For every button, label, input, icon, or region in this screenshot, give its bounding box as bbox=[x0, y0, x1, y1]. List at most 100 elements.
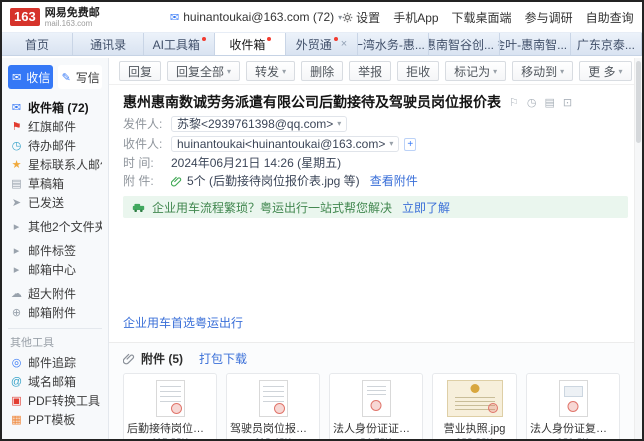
attachment-thumbnail bbox=[127, 378, 213, 418]
tool-pdf-converter[interactable]: ▣ PDF转换工具 bbox=[8, 391, 102, 410]
move-to-button[interactable]: 移动到▾ bbox=[512, 61, 573, 81]
folder-mail-labels[interactable]: ▸邮件标签 bbox=[8, 241, 102, 260]
menu-desktop-download-label: 下载桌面端 bbox=[452, 9, 512, 26]
open-new-window-icon[interactable]: ⊡ bbox=[563, 96, 572, 109]
folder-label: 邮箱中心 bbox=[28, 261, 76, 278]
folder-sent[interactable]: ➤已发送 bbox=[8, 193, 102, 212]
folder-label: 其他2个文件夹 bbox=[28, 218, 102, 235]
print-icon[interactable]: ▤ bbox=[544, 96, 554, 109]
report-button[interactable]: 举报 bbox=[349, 61, 391, 81]
download-all-link[interactable]: 打包下载 bbox=[199, 350, 247, 367]
menu-mobile-app[interactable]: 手机App bbox=[393, 9, 438, 26]
folder-todo[interactable]: ◷待办邮件 bbox=[8, 136, 102, 155]
folder-label: 收件箱 (72) bbox=[28, 99, 89, 116]
scrollbar-thumb[interactable] bbox=[636, 61, 641, 143]
menu-mobile-app-label: 手机App bbox=[393, 9, 438, 26]
inbox-icon: ✉ bbox=[10, 101, 23, 114]
mail-header: 惠州惠南数诚劳务派遣有限公司后勤接待及驾驶员岗位报价表 ⚐ ◷ ▤ ⊡ 发件人:… bbox=[109, 85, 642, 218]
menu-self-service[interactable]: 自助查询 bbox=[586, 9, 634, 26]
tab-ai-toolbox[interactable]: AI工具箱 bbox=[144, 33, 215, 55]
flag-icon[interactable]: ⚐ bbox=[509, 96, 519, 109]
folder-other-folders[interactable]: ▸其他2个文件夹 bbox=[8, 217, 102, 236]
sender-address[interactable]: 苏黎<2939761398@qq.com> ▾ bbox=[171, 116, 347, 132]
tool-ppt-templates[interactable]: ▦PPT模板 bbox=[8, 410, 102, 429]
compose-button[interactable]: ✎ 写信 bbox=[58, 65, 103, 89]
163-logo-icon: 163 bbox=[10, 8, 40, 26]
attachment-size: 113.43K bbox=[230, 437, 316, 441]
chevron-down-icon: ▾ bbox=[493, 67, 497, 76]
clock-icon[interactable]: ◷ bbox=[527, 96, 537, 109]
tab-label: AI工具箱 bbox=[153, 36, 200, 53]
attachment-card[interactable]: 法人身份证证照... 84.78K bbox=[329, 373, 423, 441]
more-button[interactable]: 更 多▾ bbox=[579, 61, 631, 81]
subject-row: 惠州惠南数诚劳务派遣有限公司后勤接待及驾驶员岗位报价表 ⚐ ◷ ▤ ⊡ bbox=[123, 92, 628, 112]
folder-mail-center[interactable]: ▸邮箱中心 bbox=[8, 260, 102, 279]
163-mail-logo[interactable]: 163 网易免费邮 mail.163.com bbox=[10, 7, 148, 28]
account-selector[interactable]: ✉ huinantoukai@163.com (72) ▾ bbox=[170, 10, 342, 24]
folder-large-attachments[interactable]: ☁超大附件 bbox=[8, 284, 102, 303]
tab-home[interactable]: 首页 bbox=[2, 33, 73, 55]
scrollbar[interactable] bbox=[634, 58, 642, 439]
tab-jinye-huinan[interactable]: 金叶-惠南智...× bbox=[500, 33, 571, 55]
folder-drafts[interactable]: ▤草稿箱 bbox=[8, 174, 102, 193]
paperclip-icon bbox=[171, 176, 182, 187]
promo-learn-more-link[interactable]: 立即了解 bbox=[402, 199, 450, 216]
tab-guangdong-jingtai[interactable]: 广东京泰... bbox=[571, 33, 642, 55]
reply-button[interactable]: 回复 bbox=[119, 61, 161, 81]
tool-domain-mailbox[interactable]: @域名邮箱 bbox=[8, 372, 102, 391]
reject-button[interactable]: 拒收 bbox=[397, 61, 439, 81]
folder-red-flag[interactable]: ⚑红旗邮件 bbox=[8, 117, 102, 136]
mail-reading-pane: 回复 回复全部▾ 转发▾ 删除 举报 拒收 标记为▾ 移动到▾ 更 多▾ 安全浏… bbox=[109, 58, 642, 439]
other-tools-title: 其他工具 bbox=[10, 334, 102, 350]
recipient-value: huinantoukai<huinantoukai@163.com> bbox=[177, 137, 385, 151]
recipient-address[interactable]: huinantoukai<huinantoukai@163.com> ▾ bbox=[171, 136, 399, 152]
menu-settings[interactable]: 设置 bbox=[342, 9, 380, 26]
tab-foreign-trade[interactable]: 外贸通× bbox=[286, 33, 357, 55]
attachment-name: 后勤接待岗位报... bbox=[127, 420, 213, 436]
close-icon[interactable]: × bbox=[341, 38, 347, 50]
receive-mail-button[interactable]: ✉ 收信 bbox=[8, 65, 53, 89]
attachment-cards: 后勤接待岗位报... 115.23K 驾驶员岗位报价... 113.43K 法人… bbox=[123, 373, 620, 441]
promo-banner[interactable]: 企业用车流程繁琐？粤运出行一站式帮您解决 立即了解 bbox=[123, 196, 628, 218]
folder-mailbox-attachments[interactable]: ⊕邮箱附件 bbox=[8, 303, 102, 322]
add-contact-icon[interactable]: + bbox=[404, 138, 416, 151]
tab-huinan-zhigu[interactable]: 惠南智谷创...× bbox=[429, 33, 500, 55]
new-badge-dot bbox=[334, 37, 338, 41]
chevron-down-icon: ▾ bbox=[619, 67, 623, 76]
attachments-header: 附件 (5) 打包下载 bbox=[123, 350, 620, 367]
attachment-icon: ⊕ bbox=[10, 306, 23, 319]
attachment-card[interactable]: 驾驶员岗位报价... 113.43K bbox=[226, 373, 320, 441]
delete-button[interactable]: 删除 bbox=[301, 61, 343, 81]
tools-list: ◎邮件追踪 @域名邮箱 ▣ PDF转换工具 ▦PPT模板 bbox=[8, 353, 102, 429]
tab-inbox[interactable]: 收件箱 bbox=[215, 33, 286, 55]
envelope-icon: ✉ bbox=[170, 11, 179, 24]
tool-mail-tracking[interactable]: ◎邮件追踪 bbox=[8, 353, 102, 372]
tab-label: 通讯录 bbox=[90, 36, 126, 53]
tab-yiwan-shuiwu[interactable]: 一湾水务-惠...× bbox=[358, 33, 429, 55]
ppt-icon: ▦ bbox=[10, 413, 23, 426]
mail-body-link[interactable]: 企业用车首选粤运出行 bbox=[123, 314, 243, 331]
pdf-icon: ▣ bbox=[10, 394, 23, 407]
flag-icon: ⚑ bbox=[10, 120, 23, 133]
attachment-card[interactable]: 营业执照.jpg 182.06K bbox=[432, 373, 517, 441]
folder-list: ✉ 收件箱 (72) ⚑红旗邮件 ◷待办邮件 ★星标联系人邮件 ▤草稿箱 ➤已发送… bbox=[8, 98, 102, 322]
tab-contacts[interactable]: 通讯录 bbox=[73, 33, 144, 55]
folder-inbox[interactable]: ✉ 收件箱 (72) bbox=[8, 98, 102, 117]
view-attachments-link[interactable]: 查看附件 bbox=[370, 174, 418, 188]
attachment-card[interactable]: 后勤接待岗位报... 115.23K bbox=[123, 373, 217, 441]
clock-icon: ◷ bbox=[10, 139, 23, 152]
menu-desktop-download[interactable]: 下载桌面端 bbox=[452, 9, 512, 26]
menu-self-service-label: 自助查询 bbox=[586, 9, 634, 26]
tool-label: PDF转换工具 bbox=[28, 392, 100, 409]
reply-all-button[interactable]: 回复全部▾ bbox=[167, 61, 240, 81]
tab-label: 收件箱 bbox=[229, 36, 265, 53]
sidebar-divider bbox=[8, 328, 102, 329]
menu-survey[interactable]: 参与调研 bbox=[525, 9, 573, 26]
promo-text: 企业用车流程繁琐？粤运出行一站式帮您解决 bbox=[152, 199, 392, 216]
pencil-icon: ✎ bbox=[60, 71, 73, 84]
folder-starred-contacts[interactable]: ★星标联系人邮件 bbox=[8, 155, 102, 174]
top-header: 163 网易免费邮 mail.163.com ✉ huinantoukai@16… bbox=[2, 2, 642, 32]
attachment-card[interactable]: 法人身份证复印... 131.2K bbox=[526, 373, 620, 441]
mark-as-button[interactable]: 标记为▾ bbox=[445, 61, 506, 81]
forward-button[interactable]: 转发▾ bbox=[246, 61, 295, 81]
